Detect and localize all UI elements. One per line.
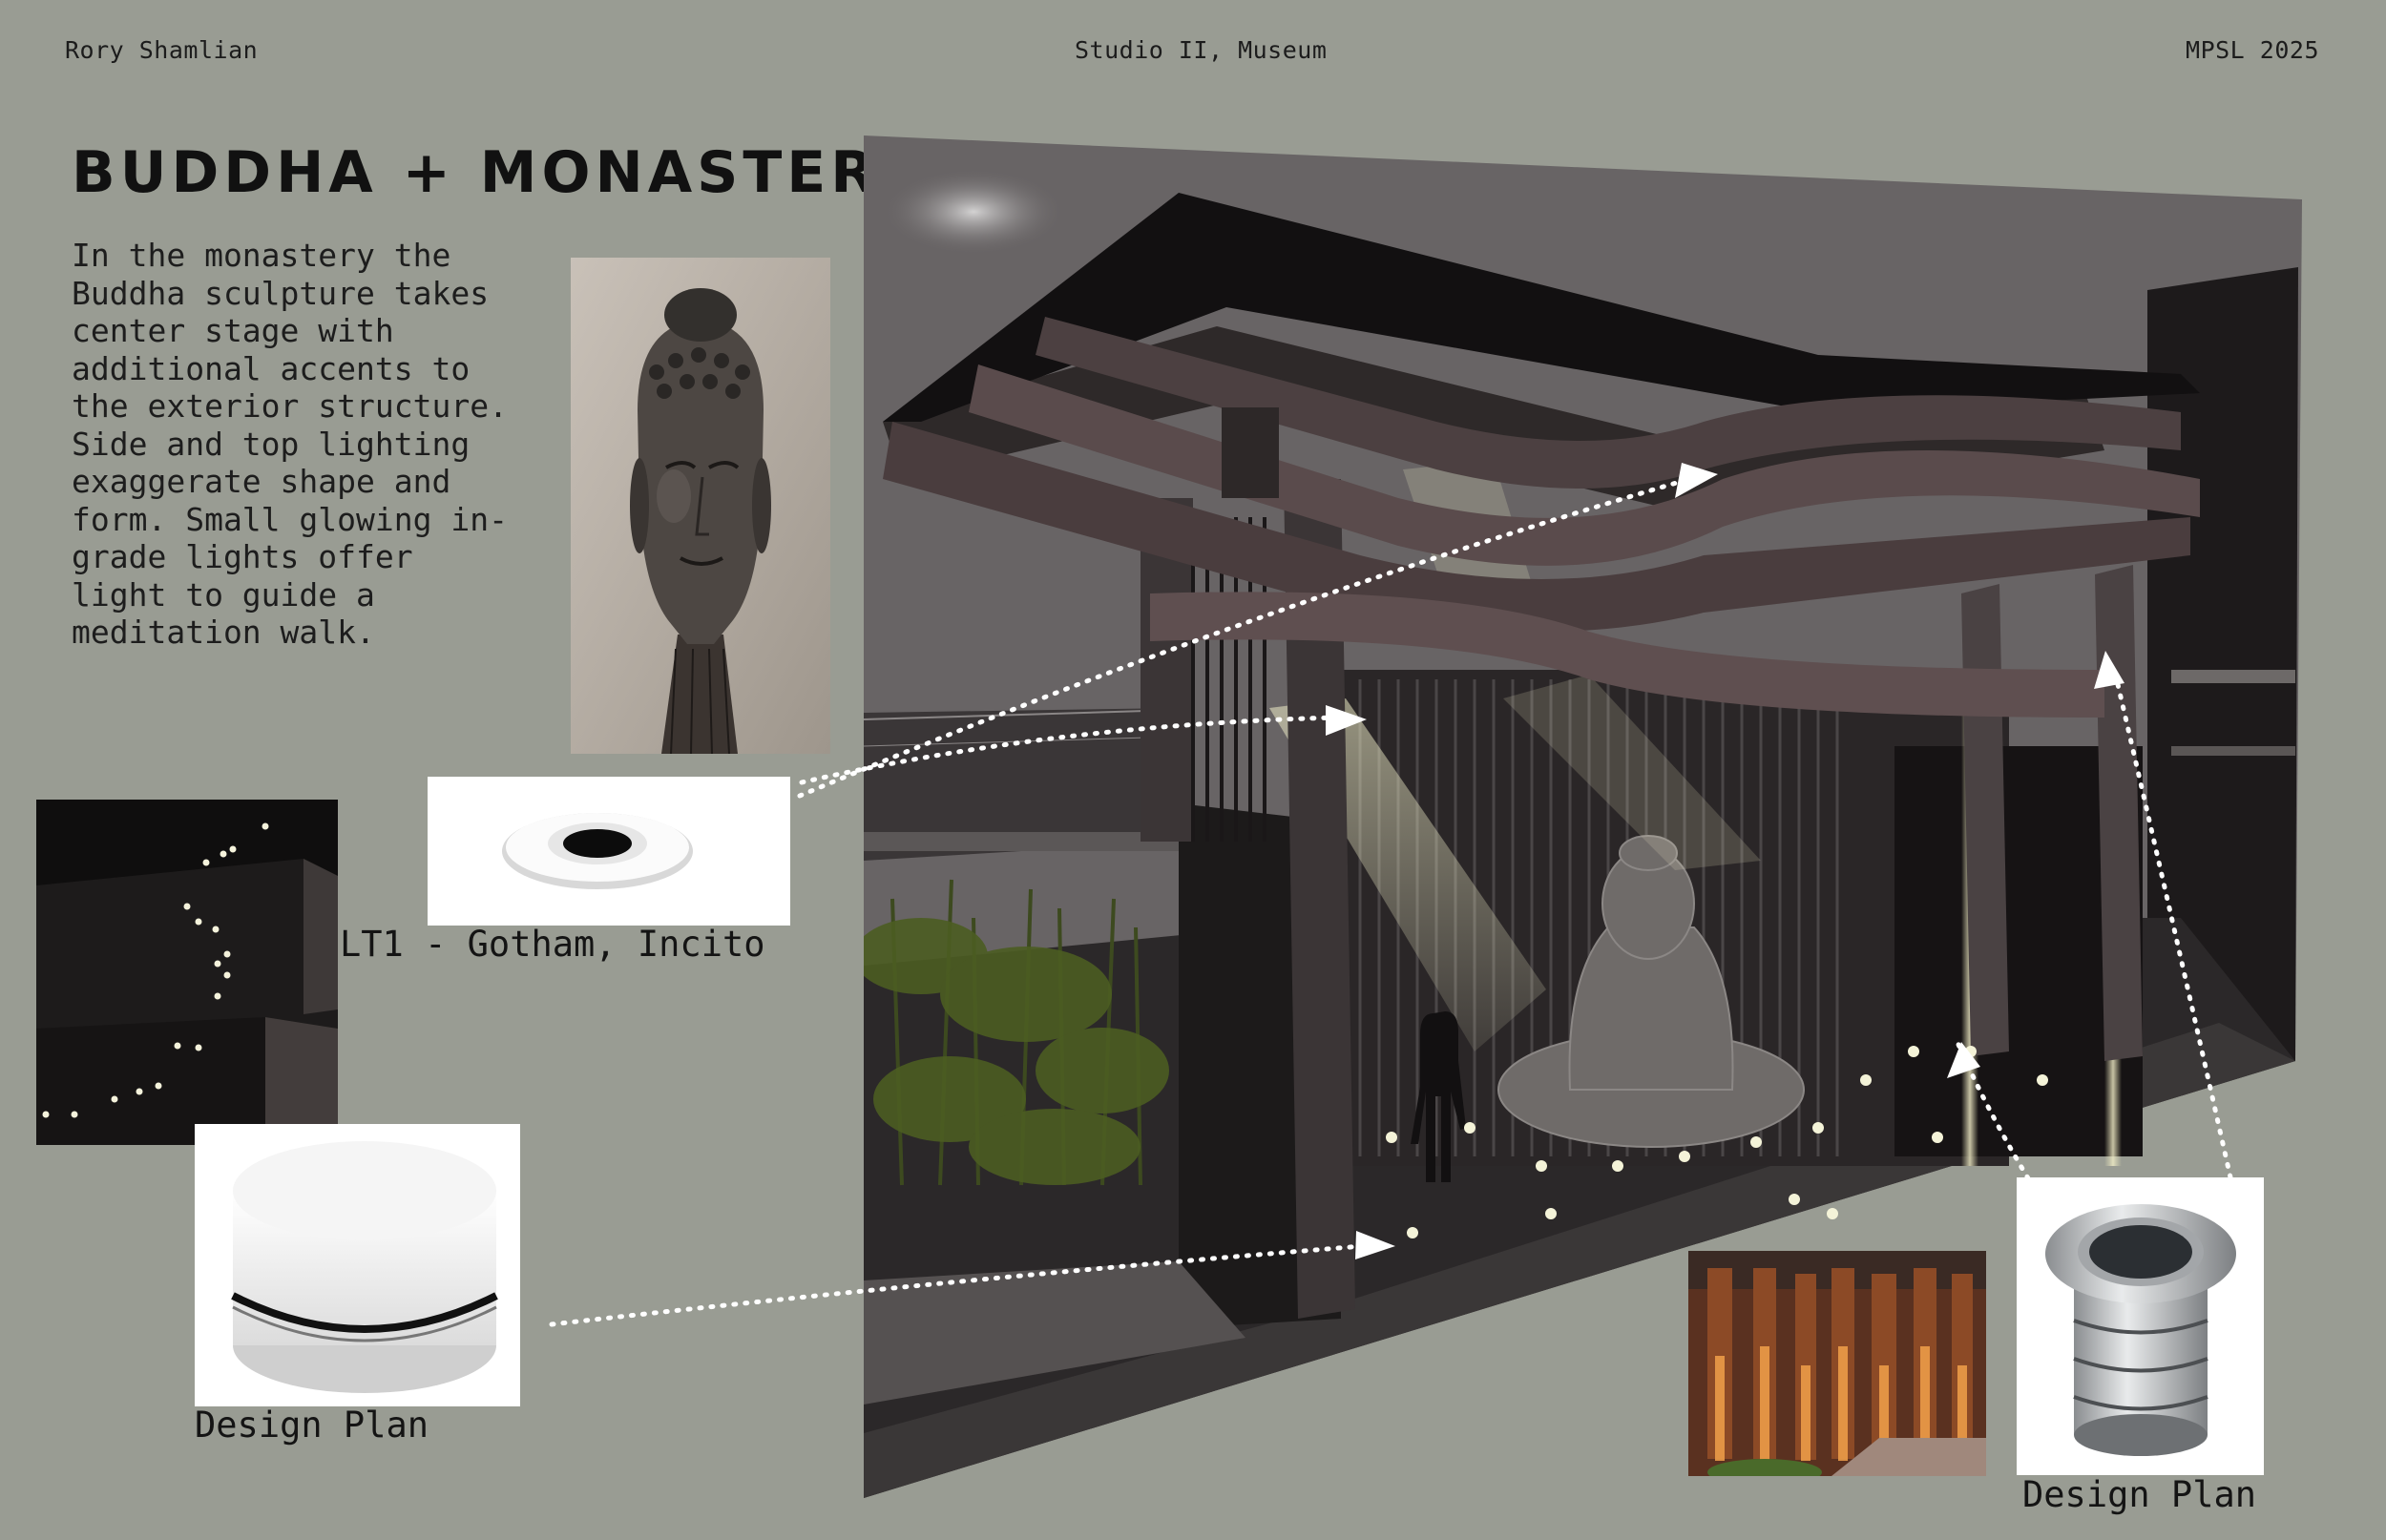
recessed-downlight-icon [428, 777, 790, 926]
author-name: Rory Shamlian [65, 36, 259, 64]
path-lights-icon [36, 800, 338, 1145]
course-name: Studio II, Museum [1075, 36, 1328, 64]
puck-caption: Design Plan [195, 1405, 429, 1446]
page-title: BUDDHA + MONASTERY [72, 139, 923, 206]
inground-uplight-icon [2017, 1177, 2264, 1475]
puck-light-icon [195, 1124, 520, 1406]
uplight-columns-icon [1688, 1251, 1986, 1476]
inground-caption: Design Plan [2022, 1474, 2257, 1515]
description-text: In the monastery the Buddha sculpture ta… [72, 237, 508, 651]
program-name: MPSL 2025 [2186, 36, 2319, 64]
buddha-head-icon [571, 258, 830, 754]
downlight-caption: LT1 - Gotham, Incito [340, 924, 765, 965]
